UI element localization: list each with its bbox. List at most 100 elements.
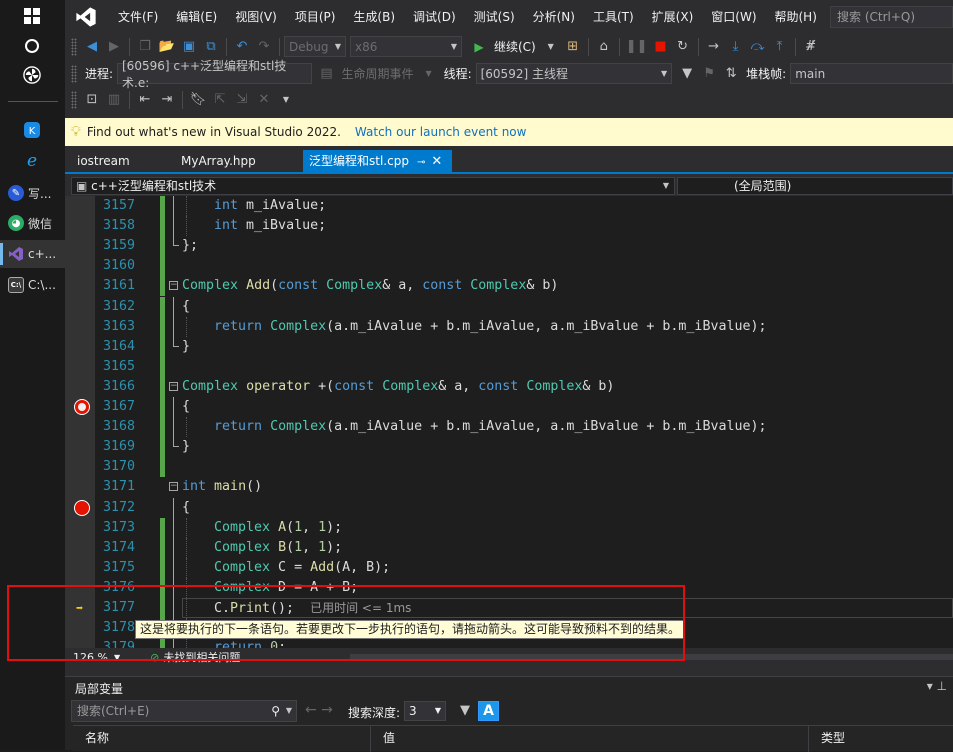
search-depth-select[interactable]: 3 ▼ xyxy=(404,701,446,721)
search-icon[interactable]: ⚲ xyxy=(271,701,280,721)
menu-view[interactable]: 视图(V) xyxy=(226,8,286,25)
prev-bookmark-icon[interactable]: ⇱ xyxy=(211,89,229,111)
stop-icon[interactable]: ■ xyxy=(652,36,670,58)
toolbar-grip[interactable] xyxy=(71,64,77,83)
tab-iostream[interactable]: iostream xyxy=(71,150,171,172)
undo-icon[interactable]: ↶ xyxy=(233,36,251,58)
code-text[interactable]: int m_iAvalue; xyxy=(214,196,326,216)
collapse-outline-icon[interactable]: − xyxy=(169,477,179,497)
code-line[interactable]: 3160 xyxy=(65,256,953,277)
column-name[interactable]: 名称 xyxy=(73,726,371,752)
quick-info-icon[interactable]: ⊡ xyxy=(83,89,101,111)
chevron-down-icon[interactable]: ▼ xyxy=(420,63,438,85)
code-line[interactable]: 3157 int m_iAvalue; xyxy=(65,196,953,216)
code-line[interactable]: 3162 { xyxy=(65,296,953,317)
launch-event-link[interactable]: Watch our launch event now xyxy=(355,125,527,139)
instruction-pointer-arrow-icon[interactable]: ➡ xyxy=(76,598,83,618)
code-line[interactable]: 3165 xyxy=(65,356,953,377)
code-text[interactable]: }; xyxy=(182,236,198,256)
panel-pin-icon[interactable]: ▾ ⊥ xyxy=(927,679,947,693)
new-item-icon[interactable]: ❐ xyxy=(136,36,154,58)
code-line[interactable]: 3179 return 0; xyxy=(65,638,953,648)
column-value[interactable]: 值 xyxy=(371,726,809,752)
param-info-icon[interactable]: ▥ xyxy=(105,89,123,111)
code-line[interactable]: 3167 { xyxy=(65,397,953,417)
code-text[interactable]: Complex B(1, 1); xyxy=(214,538,342,558)
code-line[interactable]: 3172 { xyxy=(65,497,953,518)
cortana-button[interactable] xyxy=(0,36,65,56)
lifecycle-events-icon[interactable]: ▤ xyxy=(318,63,336,85)
chevron-down-icon[interactable]: ▼ xyxy=(277,89,295,111)
collapse-outline-icon[interactable]: − xyxy=(169,377,179,397)
solution-config-select[interactable]: Debug ▼ xyxy=(284,36,346,57)
menu-edit[interactable]: 编辑(E) xyxy=(167,8,226,25)
save-icon[interactable]: ▣ xyxy=(180,36,198,58)
menu-analyze[interactable]: 分析(N) xyxy=(524,8,584,25)
step-into-icon[interactable]: ⤓ xyxy=(727,36,745,58)
menu-window[interactable]: 窗口(W) xyxy=(702,8,765,25)
code-text[interactable]: C.Print(); 已用时间 <= 1ms xyxy=(214,598,411,619)
windows-start-button[interactable] xyxy=(0,6,65,26)
hex-display-icon[interactable]: #̸ xyxy=(802,36,820,58)
forward-icon[interactable]: ▶ xyxy=(105,36,123,58)
restart-icon[interactable]: ↻ xyxy=(674,36,692,58)
code-text[interactable]: { xyxy=(182,498,190,518)
toolbar-grip[interactable] xyxy=(71,37,77,56)
step-out-icon[interactable]: ⤒ xyxy=(771,36,789,58)
code-line[interactable]: 3169} xyxy=(65,437,953,458)
flag-icon[interactable]: ⚑ xyxy=(700,63,718,85)
show-next-statement-icon[interactable]: → xyxy=(705,36,723,58)
code-text[interactable]: Complex C = Add(A, B); xyxy=(214,558,390,578)
code-text[interactable]: Complex Add(const Complex& a, const Comp… xyxy=(182,276,558,296)
lifecycle-events-button[interactable]: 生命周期事件 xyxy=(342,65,414,82)
k-app-button[interactable]: K xyxy=(0,120,65,140)
filter-icon[interactable]: ▼ xyxy=(460,703,470,718)
bookmark-icon[interactable]: 🔖︎ xyxy=(189,89,207,111)
code-text[interactable]: int m_iBvalue; xyxy=(214,216,326,236)
pin-icon[interactable]: ⊸ xyxy=(417,157,425,168)
menu-file[interactable]: 文件(F) xyxy=(109,8,167,25)
filter-icon[interactable]: ▼ xyxy=(678,63,696,85)
code-line[interactable]: 3170 xyxy=(65,457,953,478)
thread-select[interactable]: [60592] 主线程 ▼ xyxy=(475,63,673,84)
search-nav-arrows-icon[interactable]: ← → xyxy=(305,702,333,718)
quick-search-input[interactable]: 搜索 (Ctrl+Q) xyxy=(830,6,953,28)
menu-build[interactable]: 生成(B) xyxy=(344,8,404,25)
platform-select[interactable]: x86 ▼ xyxy=(350,36,462,57)
thread-toggle-icon[interactable]: ⇅ xyxy=(722,63,740,85)
code-text[interactable]: } xyxy=(182,337,190,357)
menu-extensions[interactable]: 扩展(X) xyxy=(643,8,703,25)
outdent-icon[interactable]: ⇤ xyxy=(136,89,154,111)
tab-stl-cpp[interactable]: 泛型编程和stl.cpp ⊸ ✕ xyxy=(303,150,452,172)
code-line[interactable]: 3163 return Complex(a.m_iAvalue + b.m_iAv… xyxy=(65,316,953,337)
code-text[interactable]: Complex A(1, 1); xyxy=(214,518,342,538)
redo-icon[interactable]: ↷ xyxy=(255,36,273,58)
code-line[interactable]: 3174 Complex B(1, 1); xyxy=(65,537,953,558)
scope-dropdown[interactable]: (全局范围) xyxy=(677,177,953,195)
code-text[interactable]: } xyxy=(182,437,190,457)
taskbar-app-wechat[interactable]: ◕ 微信 xyxy=(0,209,65,237)
taskbar-app-writer[interactable]: ✎ 写... xyxy=(0,179,65,207)
back-icon[interactable]: ◀ xyxy=(83,36,101,58)
taskbar-app-visual-studio[interactable]: c+... xyxy=(0,240,65,268)
code-text[interactable]: { xyxy=(182,397,190,417)
toolbar-grip[interactable] xyxy=(71,90,77,109)
code-line[interactable]: 3177 ➡ C.Print(); 已用时间 <= 1ms xyxy=(65,598,953,618)
code-line[interactable]: 3159}; xyxy=(65,236,953,257)
column-type[interactable]: 类型 xyxy=(809,726,953,752)
step-over-icon[interactable]: ⤼ xyxy=(749,36,767,58)
code-line[interactable]: 3175 Complex C = Add(A, B); xyxy=(65,557,953,578)
indent-icon[interactable]: ⇥ xyxy=(158,89,176,111)
clear-bookmarks-icon[interactable]: ✕ xyxy=(255,89,273,111)
next-bookmark-icon[interactable]: ⇲ xyxy=(233,89,251,111)
menu-debug[interactable]: 调试(D) xyxy=(404,8,465,25)
match-case-icon[interactable]: A xyxy=(478,701,499,721)
stack-frame-select[interactable]: main xyxy=(790,63,953,84)
code-line[interactable]: 3166 − Complex operator +(const Complex& a… xyxy=(65,376,953,397)
pinwheel-app-button[interactable] xyxy=(0,64,65,86)
code-text[interactable]: return Complex(a.m_iAvalue + b.m_iAvalue… xyxy=(214,317,767,337)
code-editor[interactable]: 3157 int m_iAvalue; 3158 int m_iBvalue; 3159… xyxy=(65,196,953,648)
browser-link-icon[interactable]: ⌂ xyxy=(595,36,613,58)
continue-button[interactable]: 继续(C) xyxy=(494,38,536,55)
continue-icon[interactable]: ▶ xyxy=(470,36,488,58)
